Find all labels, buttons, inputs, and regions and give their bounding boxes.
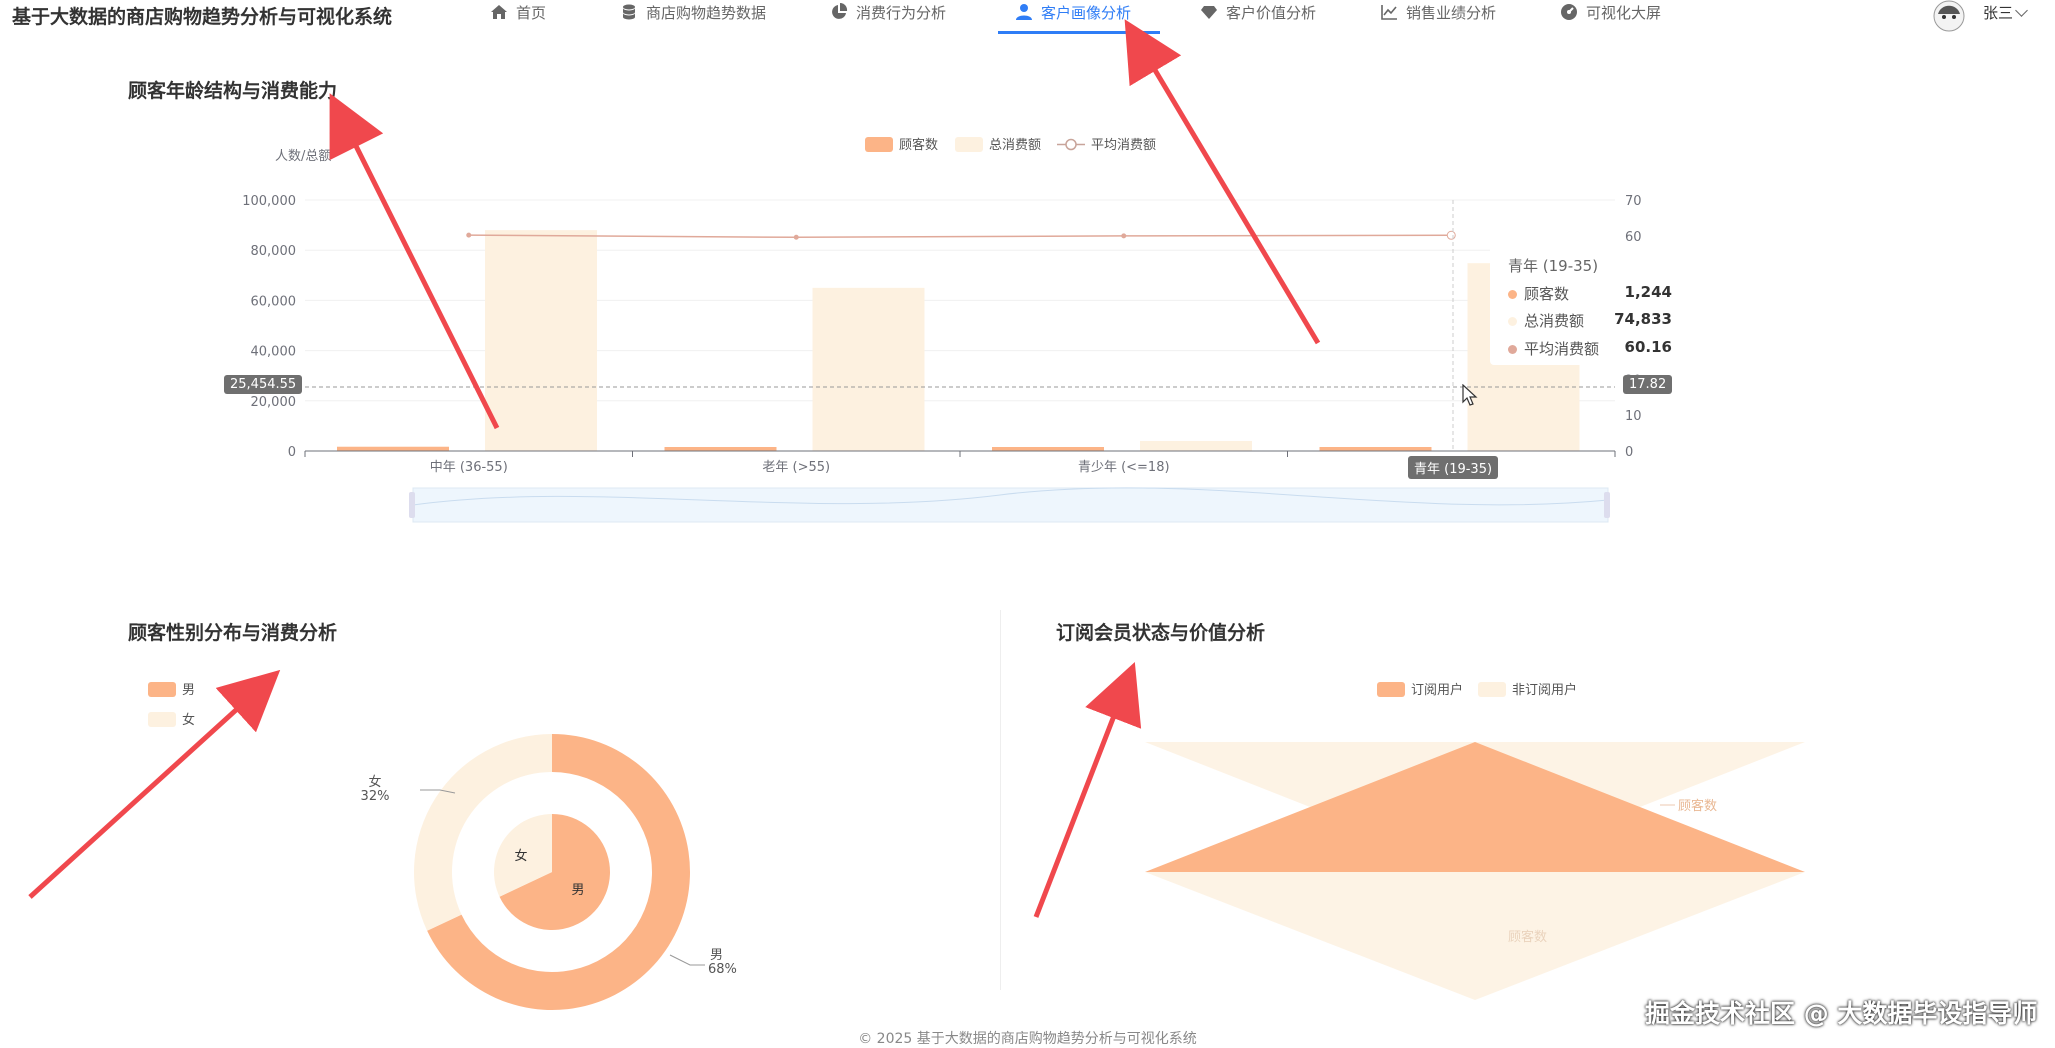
arrow-icon <box>329 93 500 430</box>
page-footer: © 2025 基于大数据的商店购物趋势分析与可视化系统 <box>858 1031 1197 1047</box>
watermark-text: 掘金技术社区 @ 大数据毕设指导师 <box>1645 999 2038 1028</box>
annotation-arrows <box>28 19 1321 918</box>
arrow-icon <box>1124 19 1321 345</box>
arrow-icon <box>28 669 281 899</box>
arrow-icon <box>1033 662 1142 918</box>
